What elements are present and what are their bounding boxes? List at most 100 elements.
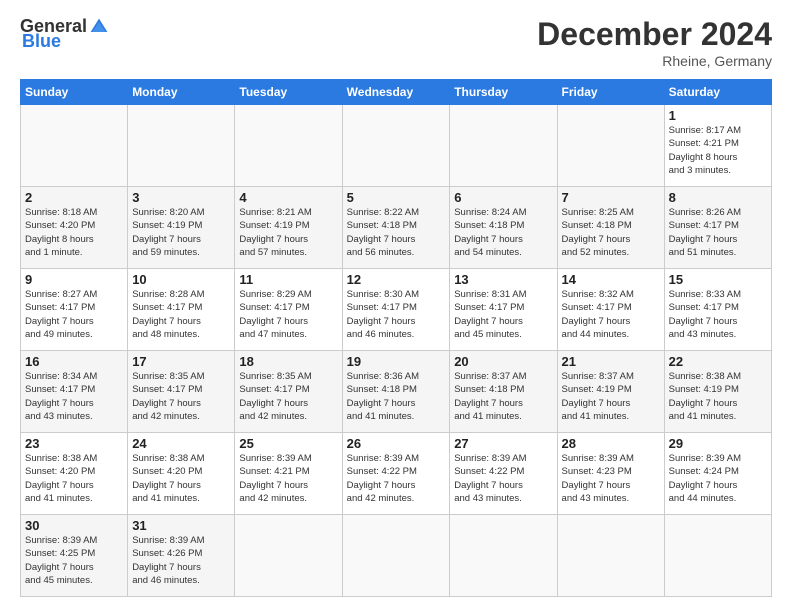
day-cell: 5 Sunrise: 8:22 AMSunset: 4:18 PMDayligh…: [342, 187, 450, 269]
header-friday: Friday: [557, 80, 664, 105]
day-cell: 7 Sunrise: 8:25 AMSunset: 4:18 PMDayligh…: [557, 187, 664, 269]
day-cell: [450, 515, 557, 597]
header-monday: Monday: [128, 80, 235, 105]
day-number: 24: [132, 436, 230, 451]
day-detail: Sunrise: 8:38 AMSunset: 4:19 PMDaylight …: [669, 370, 767, 423]
header: General Blue December 2024 Rheine, Germa…: [20, 16, 772, 69]
day-cell: 6 Sunrise: 8:24 AMSunset: 4:18 PMDayligh…: [450, 187, 557, 269]
day-number: 30: [25, 518, 123, 533]
day-cell: [128, 105, 235, 187]
header-wednesday: Wednesday: [342, 80, 450, 105]
day-cell: 8 Sunrise: 8:26 AMSunset: 4:17 PMDayligh…: [664, 187, 771, 269]
logo: General Blue: [20, 16, 109, 52]
day-detail: Sunrise: 8:37 AMSunset: 4:18 PMDaylight …: [454, 370, 552, 423]
day-cell: 23 Sunrise: 8:38 AMSunset: 4:20 PMDaylig…: [21, 433, 128, 515]
day-cell: 31 Sunrise: 8:39 AMSunset: 4:26 PMDaylig…: [128, 515, 235, 597]
day-number: 13: [454, 272, 552, 287]
day-number: 3: [132, 190, 230, 205]
day-detail: Sunrise: 8:34 AMSunset: 4:17 PMDaylight …: [25, 370, 123, 423]
day-cell: 12 Sunrise: 8:30 AMSunset: 4:17 PMDaylig…: [342, 269, 450, 351]
header-thursday: Thursday: [450, 80, 557, 105]
day-cell: 25 Sunrise: 8:39 AMSunset: 4:21 PMDaylig…: [235, 433, 342, 515]
day-number: 4: [239, 190, 337, 205]
header-saturday: Saturday: [664, 80, 771, 105]
day-cell: 26 Sunrise: 8:39 AMSunset: 4:22 PMDaylig…: [342, 433, 450, 515]
day-number: 6: [454, 190, 552, 205]
logo-blue-text: Blue: [20, 31, 61, 52]
day-number: 8: [669, 190, 767, 205]
day-cell: 17 Sunrise: 8:35 AMSunset: 4:17 PMDaylig…: [128, 351, 235, 433]
day-detail: Sunrise: 8:35 AMSunset: 4:17 PMDaylight …: [239, 370, 337, 423]
month-title: December 2024: [537, 16, 772, 53]
day-number: 2: [25, 190, 123, 205]
day-detail: Sunrise: 8:25 AMSunset: 4:18 PMDaylight …: [562, 206, 660, 259]
day-number: 15: [669, 272, 767, 287]
week-row-1: 1 Sunrise: 8:17 AMSunset: 4:21 PMDayligh…: [21, 105, 772, 187]
day-number: 12: [347, 272, 446, 287]
day-cell: 4 Sunrise: 8:21 AMSunset: 4:19 PMDayligh…: [235, 187, 342, 269]
day-detail: Sunrise: 8:18 AMSunset: 4:20 PMDaylight …: [25, 206, 123, 259]
day-detail: Sunrise: 8:26 AMSunset: 4:17 PMDaylight …: [669, 206, 767, 259]
logo-icon: [89, 17, 109, 37]
week-row-3: 9 Sunrise: 8:27 AMSunset: 4:17 PMDayligh…: [21, 269, 772, 351]
day-cell: 15 Sunrise: 8:33 AMSunset: 4:17 PMDaylig…: [664, 269, 771, 351]
day-detail: Sunrise: 8:38 AMSunset: 4:20 PMDaylight …: [25, 452, 123, 505]
day-number: 20: [454, 354, 552, 369]
day-cell: 16 Sunrise: 8:34 AMSunset: 4:17 PMDaylig…: [21, 351, 128, 433]
header-sunday: Sunday: [21, 80, 128, 105]
day-detail: Sunrise: 8:24 AMSunset: 4:18 PMDaylight …: [454, 206, 552, 259]
day-cell: 2 Sunrise: 8:18 AMSunset: 4:20 PMDayligh…: [21, 187, 128, 269]
day-cell: 20 Sunrise: 8:37 AMSunset: 4:18 PMDaylig…: [450, 351, 557, 433]
day-cell: 10 Sunrise: 8:28 AMSunset: 4:17 PMDaylig…: [128, 269, 235, 351]
day-detail: Sunrise: 8:17 AMSunset: 4:21 PMDaylight …: [669, 124, 767, 177]
day-cell: 18 Sunrise: 8:35 AMSunset: 4:17 PMDaylig…: [235, 351, 342, 433]
day-cell: [235, 515, 342, 597]
day-cell: 28 Sunrise: 8:39 AMSunset: 4:23 PMDaylig…: [557, 433, 664, 515]
day-cell: [342, 515, 450, 597]
day-detail: Sunrise: 8:35 AMSunset: 4:17 PMDaylight …: [132, 370, 230, 423]
day-detail: Sunrise: 8:38 AMSunset: 4:20 PMDaylight …: [132, 452, 230, 505]
day-cell: 13 Sunrise: 8:31 AMSunset: 4:17 PMDaylig…: [450, 269, 557, 351]
day-detail: Sunrise: 8:20 AMSunset: 4:19 PMDaylight …: [132, 206, 230, 259]
day-detail: Sunrise: 8:29 AMSunset: 4:17 PMDaylight …: [239, 288, 337, 341]
day-number: 16: [25, 354, 123, 369]
day-detail: Sunrise: 8:28 AMSunset: 4:17 PMDaylight …: [132, 288, 230, 341]
day-number: 10: [132, 272, 230, 287]
day-cell: 11 Sunrise: 8:29 AMSunset: 4:17 PMDaylig…: [235, 269, 342, 351]
day-number: 9: [25, 272, 123, 287]
day-cell: 22 Sunrise: 8:38 AMSunset: 4:19 PMDaylig…: [664, 351, 771, 433]
day-cell: [450, 105, 557, 187]
day-number: 7: [562, 190, 660, 205]
day-cell: [664, 515, 771, 597]
day-detail: Sunrise: 8:39 AMSunset: 4:25 PMDaylight …: [25, 534, 123, 587]
day-cell: 9 Sunrise: 8:27 AMSunset: 4:17 PMDayligh…: [21, 269, 128, 351]
day-cell: 3 Sunrise: 8:20 AMSunset: 4:19 PMDayligh…: [128, 187, 235, 269]
day-detail: Sunrise: 8:21 AMSunset: 4:19 PMDaylight …: [239, 206, 337, 259]
day-detail: Sunrise: 8:22 AMSunset: 4:18 PMDaylight …: [347, 206, 446, 259]
day-number: 26: [347, 436, 446, 451]
day-cell: [557, 105, 664, 187]
title-block: December 2024 Rheine, Germany: [537, 16, 772, 69]
day-cell: [21, 105, 128, 187]
day-cell: [235, 105, 342, 187]
week-row-2: 2 Sunrise: 8:18 AMSunset: 4:20 PMDayligh…: [21, 187, 772, 269]
day-detail: Sunrise: 8:27 AMSunset: 4:17 PMDaylight …: [25, 288, 123, 341]
day-detail: Sunrise: 8:31 AMSunset: 4:17 PMDaylight …: [454, 288, 552, 341]
day-number: 25: [239, 436, 337, 451]
day-cell: 1 Sunrise: 8:17 AMSunset: 4:21 PMDayligh…: [664, 105, 771, 187]
day-detail: Sunrise: 8:32 AMSunset: 4:17 PMDaylight …: [562, 288, 660, 341]
day-cell: 14 Sunrise: 8:32 AMSunset: 4:17 PMDaylig…: [557, 269, 664, 351]
day-number: 23: [25, 436, 123, 451]
day-number: 29: [669, 436, 767, 451]
day-detail: Sunrise: 8:39 AMSunset: 4:22 PMDaylight …: [454, 452, 552, 505]
day-number: 18: [239, 354, 337, 369]
day-number: 27: [454, 436, 552, 451]
page: General Blue December 2024 Rheine, Germa…: [0, 0, 792, 607]
day-number: 22: [669, 354, 767, 369]
day-cell: 29 Sunrise: 8:39 AMSunset: 4:24 PMDaylig…: [664, 433, 771, 515]
day-number: 11: [239, 272, 337, 287]
day-cell: 30 Sunrise: 8:39 AMSunset: 4:25 PMDaylig…: [21, 515, 128, 597]
day-number: 17: [132, 354, 230, 369]
day-cell: 27 Sunrise: 8:39 AMSunset: 4:22 PMDaylig…: [450, 433, 557, 515]
day-detail: Sunrise: 8:30 AMSunset: 4:17 PMDaylight …: [347, 288, 446, 341]
